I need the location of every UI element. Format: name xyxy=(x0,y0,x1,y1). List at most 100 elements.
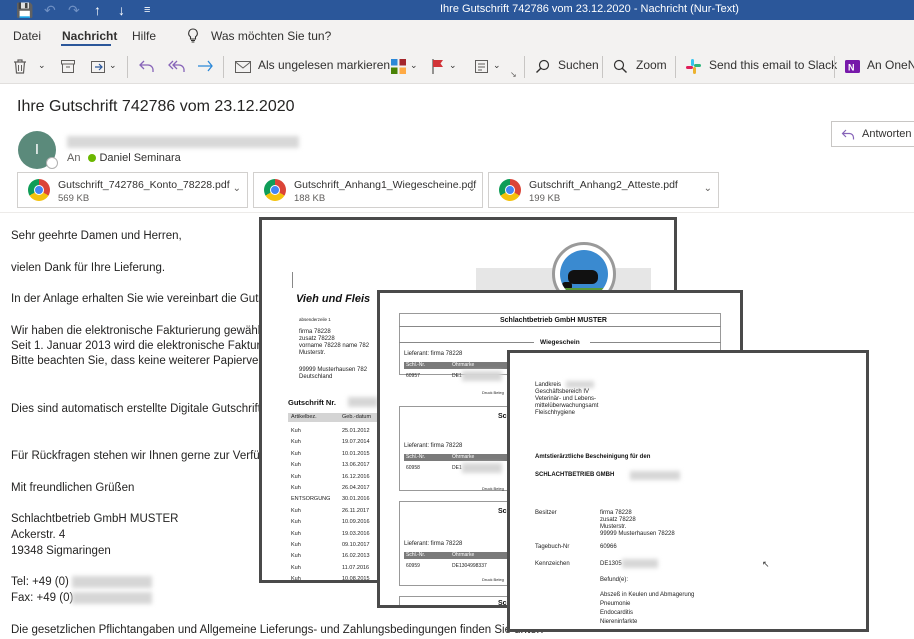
chevron-down-icon[interactable]: ⌄ xyxy=(704,183,712,194)
attachment-item[interactable]: Gutschrift_742786_Konto_78228.pdf 569 KB… xyxy=(17,172,248,208)
besitzer-line: 99999 Musterhausen 78228 xyxy=(600,531,675,537)
arrow-up-icon[interactable]: ↑ xyxy=(94,2,101,18)
row-geb-datum: 25.01.2012 xyxy=(342,428,370,434)
reply-arrow-icon xyxy=(841,129,855,140)
row-artikel: Kuh xyxy=(291,485,301,491)
customize-quick-access-icon[interactable]: ≡ xyxy=(144,2,150,18)
reply-button[interactable]: Antworten xyxy=(831,121,914,147)
doc1-addr-line: Musterstr. xyxy=(299,350,326,356)
signature-fax: Fax: +49 (0) xyxy=(11,592,74,604)
attachment-size: 199 KB xyxy=(529,193,561,204)
besitzer-line: zusatz 78228 xyxy=(600,517,636,523)
flag-dropdown-icon[interactable]: ⌄ xyxy=(449,60,457,71)
col-ohrmarke: Ohrmarke xyxy=(452,552,475,558)
ribbon-separator xyxy=(223,56,224,78)
row-artikel: Kuh xyxy=(291,473,301,480)
attachment-size: 569 KB xyxy=(58,193,90,204)
save-icon[interactable]: 💾 xyxy=(16,2,33,18)
sender-name-redacted xyxy=(67,136,299,148)
col-ohrmarke: Ohrmarke xyxy=(452,362,475,368)
reply-all-icon[interactable] xyxy=(167,58,186,74)
body-automatic-note: Dies sind automatisch erstellte Digitale… xyxy=(11,403,268,415)
ribbon-separator xyxy=(602,56,603,78)
menu-bar: Datei Nachricht Hilfe Was möchten Sie tu… xyxy=(0,20,914,50)
tell-me-search-input[interactable]: Was möchten Sie tun? xyxy=(211,29,331,43)
attachment-size: 188 KB xyxy=(294,193,326,204)
zoom-button[interactable]: Zoom xyxy=(636,58,667,72)
befund-item: Niereninfarkte xyxy=(600,619,638,625)
arrow-down-icon[interactable]: ↓ xyxy=(118,2,125,18)
row-artikel: Kuh xyxy=(291,519,301,526)
ribbon-separator xyxy=(675,56,676,78)
undo-icon[interactable]: ↶ xyxy=(44,2,56,18)
zoom-icon[interactable] xyxy=(613,59,628,74)
row-geb-datum: 10.01.2015 xyxy=(342,450,370,457)
slack-icon[interactable] xyxy=(685,58,702,75)
mark-unread-icon[interactable] xyxy=(234,59,252,74)
row-artikel: Kuh xyxy=(291,576,301,583)
move-icon[interactable] xyxy=(90,58,107,75)
attachment-item[interactable]: Gutschrift_Anhang2_Atteste.pdf 199 KB ⌄ xyxy=(488,172,719,208)
body-einvoice-line: Bitte beachten Sie, dass keine weiterer … xyxy=(11,355,268,367)
forward-icon[interactable] xyxy=(196,58,215,74)
col-artikelbez: Artikelbez. xyxy=(291,414,317,420)
recipient-name[interactable]: Daniel Seminara xyxy=(99,152,180,164)
firm-redacted xyxy=(630,471,680,480)
issuer-redacted xyxy=(566,381,594,388)
reply-icon[interactable] xyxy=(138,58,155,74)
druck-label: Druck Beleg xyxy=(482,486,504,491)
issuer-line: mittelüberwachungsamt xyxy=(535,403,599,409)
signature-street: Ackerstr. 4 xyxy=(11,529,66,541)
row-schl-nr: 60958 xyxy=(406,465,420,471)
besitzer-line: Musterstr. xyxy=(600,524,627,530)
mark-unread-button[interactable]: Als ungelesen markieren xyxy=(258,58,390,72)
title-bar: 💾 ↶ ↷ ↑ ↓ ≡ Ihre Gutschrift 742786 vom 2… xyxy=(0,0,914,20)
row-geb-datum: 26.11.2017 xyxy=(342,507,370,514)
signature-tel: Tel: +49 (0) xyxy=(11,576,69,588)
send-to-slack-button[interactable]: Send this email to Slack xyxy=(709,58,837,72)
rules-dropdown-icon[interactable]: ⌄ xyxy=(493,60,501,71)
doc2-subheader: Wiegeschein xyxy=(540,339,580,346)
categorize-icon[interactable] xyxy=(390,58,407,75)
menu-hilfe[interactable]: Hilfe xyxy=(132,29,156,43)
chevron-down-icon[interactable]: ⌄ xyxy=(233,183,241,194)
druck-label: Druck Beleg xyxy=(482,577,504,582)
row-ohrmarke: DE1304998337 xyxy=(452,563,487,569)
rules-icon[interactable] xyxy=(474,58,491,75)
body-attachment-note: In der Anlage erhalten Sie wie vereinbar… xyxy=(11,293,265,305)
presence-available-icon xyxy=(88,154,97,162)
attachment-item[interactable]: Gutschrift_Anhang1_Wiegescheine.pdf 188 … xyxy=(253,172,483,208)
menu-datei[interactable]: Datei xyxy=(13,29,41,43)
mouse-cursor-icon: ↖ xyxy=(762,559,770,569)
onenote-icon[interactable]: N xyxy=(844,58,861,75)
group-launcher-icon[interactable]: ↘ xyxy=(510,70,517,79)
delete-icon[interactable] xyxy=(12,58,28,75)
send-to-onenote-button[interactable]: An OneNo xyxy=(867,58,914,72)
attachment-name: Gutschrift_Anhang1_Wiegescheine.pdf xyxy=(294,179,477,191)
issuer-line: Geschäftsbereich IV xyxy=(535,389,590,395)
message-subject: Ihre Gutschrift 742786 vom 23.12.2020 xyxy=(17,98,295,115)
ribbon-separator xyxy=(127,56,128,78)
tagebuch-value: 60966 xyxy=(600,544,617,550)
menu-nachricht[interactable]: Nachricht xyxy=(62,29,117,43)
search-icon[interactable] xyxy=(535,59,550,74)
reply-button-label: Antworten xyxy=(862,128,912,140)
search-button[interactable]: Suchen xyxy=(558,58,599,72)
tagebuch-label: Tagebuch-Nr xyxy=(535,544,570,550)
row-geb-datum: 16.02.2013 xyxy=(342,553,370,560)
besitzer-label: Besitzer xyxy=(535,510,557,516)
befund-item: Endocarditis xyxy=(600,610,634,616)
row-artikel: Kuh xyxy=(291,450,301,457)
move-dropdown-icon[interactable]: ⌄ xyxy=(109,60,117,71)
signature-company: Schlachtbetrieb GmbH MUSTER xyxy=(11,513,179,525)
categorize-dropdown-icon[interactable]: ⌄ xyxy=(410,60,418,71)
archive-icon[interactable] xyxy=(60,59,76,74)
row-artikel: Kuh xyxy=(291,507,301,514)
signature-city: 19348 Sigmaringen xyxy=(11,545,111,557)
befund-item: Pneumonie xyxy=(600,601,631,607)
delete-dropdown-icon[interactable]: ⌄ xyxy=(38,60,46,71)
redo-icon[interactable]: ↷ xyxy=(68,2,80,18)
body-footer: Die gesetzlichen Pflichtangaben und Allg… xyxy=(11,624,544,636)
flag-icon[interactable] xyxy=(430,58,445,75)
chevron-down-icon[interactable]: ⌄ xyxy=(468,183,476,194)
